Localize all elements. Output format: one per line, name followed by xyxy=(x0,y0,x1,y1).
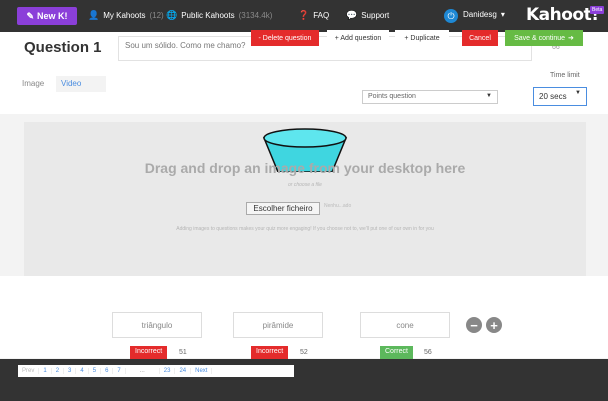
add-question-button[interactable]: + Add question xyxy=(327,30,389,46)
answer-1-count: 51 xyxy=(179,349,187,356)
time-limit-select[interactable]: 20 secs ▼ xyxy=(533,87,587,106)
arrow-right-icon: ➜ xyxy=(568,35,574,42)
support-icon: 💬 xyxy=(346,10,358,20)
points-select[interactable]: Points question ▼ xyxy=(362,90,498,104)
answer-3-status[interactable]: Correct xyxy=(380,346,413,359)
faq-icon: ❓ xyxy=(298,10,310,20)
pager-ellipsis: ... xyxy=(126,368,160,374)
public-kahoots-link[interactable]: 🌐 Public Kahoots (3134.4k) xyxy=(166,10,272,21)
pager-page[interactable]: 4 xyxy=(76,368,89,374)
drop-zone-or-text: or choose a file xyxy=(288,182,322,188)
beta-badge: Beta xyxy=(590,6,605,14)
delete-question-button[interactable]: - Delete question xyxy=(251,30,319,46)
kahoot-logo[interactable]: Kahoot! xyxy=(526,5,599,25)
answers-section: triângulo pirâmide cone − + Incorrect 51… xyxy=(0,276,608,359)
no-file-text: Nenhu...ado xyxy=(324,203,352,209)
add-answer-icon[interactable]: + xyxy=(486,317,502,333)
pager-page[interactable]: 6 xyxy=(101,368,114,374)
power-icon[interactable]: ⏻ xyxy=(444,9,458,23)
pager-page[interactable]: 5 xyxy=(89,368,102,374)
support-link[interactable]: 💬 Support xyxy=(346,10,389,21)
pager-page[interactable]: 1 xyxy=(39,368,52,374)
pager-page[interactable]: 3 xyxy=(64,368,77,374)
support-label: Support xyxy=(361,11,390,20)
chevron-down-icon: ▼ xyxy=(575,90,581,96)
answer-2-status[interactable]: Incorrect xyxy=(251,346,289,359)
save-continue-label: Save & continue xyxy=(514,34,566,42)
cancel-button[interactable]: Cancel xyxy=(462,30,498,46)
public-kahoots-label: Public Kahoots xyxy=(181,11,235,20)
top-navigation-bar: ✎ New K! 👤 My Kahoots (12) 🌐 Public Kaho… xyxy=(0,0,608,32)
time-limit-value: 20 secs xyxy=(539,92,567,101)
points-select-value: Points question xyxy=(368,93,416,100)
answer-2-count: 52 xyxy=(300,349,308,356)
edit-icon: ✎ xyxy=(26,10,35,21)
answer-field-1[interactable]: triângulo xyxy=(112,312,202,338)
username-label: Danidesg xyxy=(463,10,497,19)
new-kahoot-label: New K! xyxy=(37,11,68,21)
answer-field-3[interactable]: cone xyxy=(360,312,450,338)
time-limit-label: Time limit xyxy=(550,72,580,79)
my-kahoots-link[interactable]: 👤 My Kahoots (12) xyxy=(88,10,164,21)
answer-1-status[interactable]: Incorrect xyxy=(130,346,168,359)
faq-link[interactable]: ❓ FAQ xyxy=(298,10,329,21)
save-continue-button[interactable]: Save & continue ➜ xyxy=(505,30,583,46)
faq-label: FAQ xyxy=(313,11,330,20)
chevron-down-icon: ▼ xyxy=(486,93,492,99)
duplicate-button[interactable]: + Duplicate xyxy=(395,30,449,46)
my-kahoots-count: (12) xyxy=(149,11,164,20)
pager-prev[interactable]: Prev xyxy=(18,368,40,374)
tab-image[interactable]: Image xyxy=(22,79,44,88)
image-drop-zone[interactable]: Drag and drop an image from your desktop… xyxy=(24,122,586,276)
answer-field-2[interactable]: pirâmide xyxy=(233,312,323,338)
user-menu[interactable]: Danidesg ▾ xyxy=(463,10,505,19)
question-title: Question 1 xyxy=(24,39,102,56)
answer-3-count: 56 xyxy=(424,349,432,356)
choose-file-button[interactable]: Escolher ficheiro xyxy=(246,202,320,215)
media-options-row: Image Video Points question ▼ Time limit… xyxy=(0,66,608,114)
drop-zone-hint: Adding images to questions makes your qu… xyxy=(176,226,434,232)
pager-next[interactable]: Next xyxy=(191,368,213,374)
user-icon: 👤 xyxy=(88,10,100,20)
my-kahoots-label: My Kahoots xyxy=(103,11,146,20)
chevron-down-icon: ▾ xyxy=(500,10,505,19)
pager-page[interactable]: 24 xyxy=(175,368,192,374)
bottom-action-bar: Prev 1 2 3 4 5 6 7 ... 23 24 Next xyxy=(0,359,608,401)
tab-video[interactable]: Video xyxy=(56,76,106,92)
pager-page[interactable]: 7 xyxy=(113,368,126,374)
pager-page[interactable]: 23 xyxy=(160,368,176,374)
remove-answer-icon[interactable]: − xyxy=(466,317,482,333)
new-kahoot-button[interactable]: ✎ New K! xyxy=(17,7,77,25)
public-kahoots-count: (3134.4k) xyxy=(238,11,273,20)
pager-page[interactable]: 2 xyxy=(52,368,65,374)
drop-zone-title: Drag and drop an image from your desktop… xyxy=(144,160,466,176)
globe-icon: 🌐 xyxy=(166,10,178,20)
question-pager: Prev 1 2 3 4 5 6 7 ... 23 24 Next xyxy=(18,365,294,377)
